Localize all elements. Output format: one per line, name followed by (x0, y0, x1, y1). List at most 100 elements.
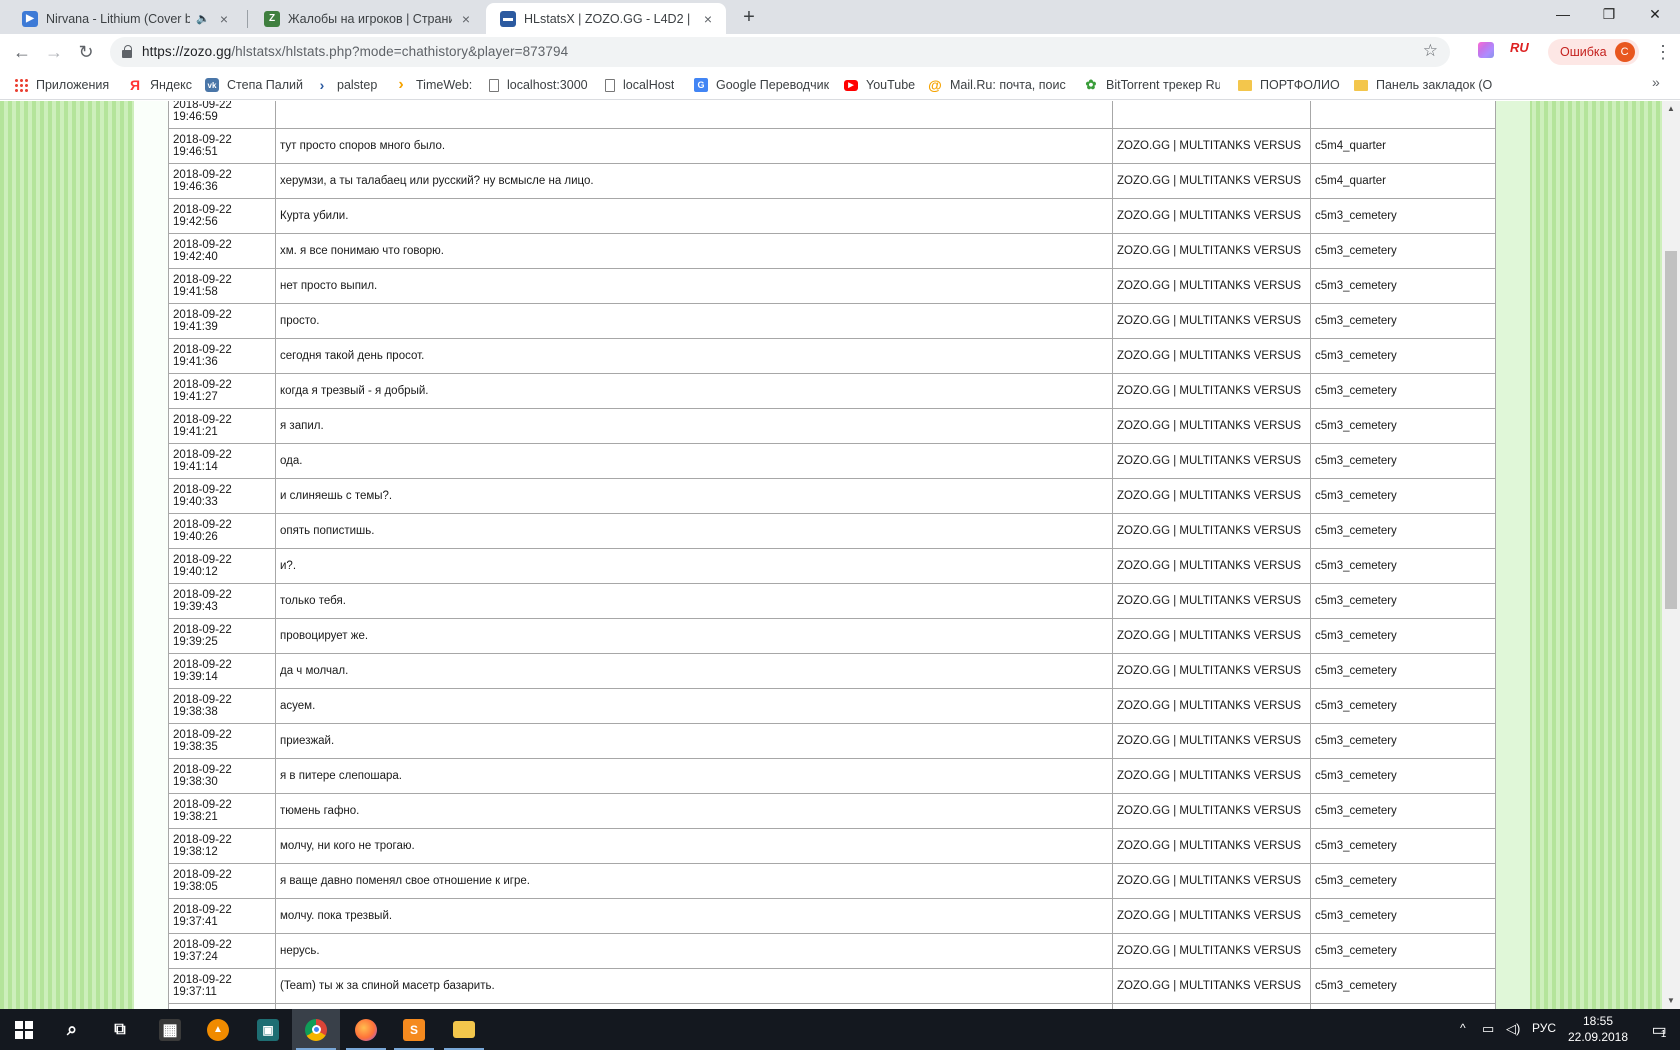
close-tab-icon[interactable]: × (216, 11, 232, 27)
chat-time: 19:38:35 (173, 741, 218, 753)
chat-timestamp: 2018-09-22 19:38:38 (168, 688, 276, 724)
chat-timestamp: 2018-09-22 19:39:25 (168, 618, 276, 654)
table-row: 2018-09-22 19:46:59 (168, 101, 1496, 129)
close-tab-icon[interactable]: × (458, 11, 474, 27)
chat-message: нет просто выпил. (275, 268, 1113, 304)
sublime-icon: S (403, 1018, 425, 1041)
chat-date: 2018-09-22 (173, 798, 232, 811)
bookmark-localhost-3000[interactable]: localhost:3000 (489, 76, 588, 94)
chat-server: ZOZO.GG | MULTITANKS VERSUS (1112, 653, 1311, 689)
bookmark-google-translate[interactable]: G Google Переводчик (694, 76, 829, 94)
bookmark-localhost[interactable]: localHost (605, 76, 674, 94)
battery-icon[interactable]: ▭ (1482, 1021, 1494, 1037)
chat-date: 2018-09-22 (173, 588, 232, 601)
new-tab-button[interactable]: + (737, 6, 761, 30)
chat-date: 2018-09-22 (173, 101, 232, 111)
windows-taskbar: ⌕ ⧉ ▦ ▲ ▣ S ^ ▭ ◁) РУС 18:55 22.09.2018 … (0, 1009, 1680, 1050)
close-tab-icon[interactable]: × (700, 11, 716, 27)
minimize-button[interactable]: — (1540, 0, 1586, 30)
reload-icon[interactable]: ↻ (74, 40, 98, 64)
scrollbar-thumb[interactable] (1665, 251, 1677, 609)
chat-timestamp: 2018-09-22 19:40:33 (168, 478, 276, 514)
audio-icon[interactable]: 🔈 (196, 12, 210, 25)
tab-complaints[interactable]: Z Жалобы на игроков | Страница × (250, 3, 484, 34)
language-indicator[interactable]: РУС (1532, 1021, 1556, 1035)
bookmark-mailru[interactable]: @ Mail.Ru: почта, поис (928, 76, 1068, 94)
chevron-icon: › (319, 77, 325, 93)
bookmark-timeweb[interactable]: › TimeWeb: (394, 76, 472, 94)
bookmark-bittorrent[interactable]: ✿ BitTorrent трекер Ru (1084, 76, 1220, 94)
tab-nirvana[interactable]: ▶ Nirvana - Lithium (Cover by 🔈 × (8, 3, 242, 34)
taskbar-explorer[interactable] (440, 1009, 488, 1050)
bookmark-star-icon[interactable]: ☆ (1423, 41, 1438, 61)
notifications-button[interactable]: ▭ 1 (1638, 1009, 1680, 1050)
chat-map: c5m3_cemetery (1310, 268, 1496, 304)
bookmark-label: Приложения (36, 78, 110, 92)
chat-date: 2018-09-22 (173, 693, 232, 706)
bookmark-youtube[interactable]: ▶ YouTube (844, 76, 915, 94)
bookmark-apps[interactable]: Приложения (14, 76, 109, 94)
bookmark-folder-portfolio[interactable]: ПОРТФОЛИО (1238, 76, 1340, 94)
chat-timestamp: 2018-09-22 19:38:35 (168, 723, 276, 759)
taskbar-search-button[interactable]: ⌕ (48, 1009, 96, 1050)
avast-icon: ▲ (207, 1018, 229, 1041)
taskbar-firefox[interactable] (342, 1009, 390, 1050)
bookmark-yandex[interactable]: Я Яндекс (128, 76, 192, 94)
chat-message (275, 101, 1113, 129)
chat-time: 19:41:39 (173, 321, 218, 333)
url-text[interactable]: https://zozo.gg/hlstatsx/hlstats.php?mod… (142, 44, 568, 59)
table-row: 2018-09-22 19:38:38 асуем. ZOZO.GG | MULTIT… (168, 688, 1496, 724)
task-view-button[interactable]: ⧉ (96, 1009, 144, 1050)
chat-server: ZOZO.GG | MULTITANKS VERSUS (1112, 723, 1311, 759)
address-bar[interactable]: https://zozo.gg/hlstatsx/hlstats.php?mod… (110, 37, 1450, 67)
chat-time: 19:40:33 (173, 496, 218, 508)
chat-map: c5m3_cemetery (1310, 443, 1496, 479)
taskbar-terminal[interactable]: ▣ (244, 1009, 292, 1050)
chat-timestamp: 2018-09-22 19:41:39 (168, 303, 276, 339)
chat-server: ZOZO.GG | MULTITANKS VERSUS (1112, 583, 1311, 619)
chat-time: 19:37:11 (173, 986, 217, 998)
profile-error-button[interactable]: Ошибка С (1548, 39, 1639, 65)
extension-ru-icon[interactable]: RU (1510, 40, 1529, 55)
table-row: 2018-09-22 19:42:56 Курта убили. ZOZO.GG | … (168, 198, 1496, 234)
table-row: 2018-09-22 19:41:27 когда я трезвый - я до… (168, 373, 1496, 409)
taskbar-clock[interactable]: 18:55 22.09.2018 (1558, 1013, 1638, 1045)
table-row: 2018-09-22 19:46:51 тут просто споров мног… (168, 128, 1496, 164)
table-row: 2018-09-22 19:41:36 сегодня такой день про… (168, 338, 1496, 374)
chat-map: c5m3_cemetery (1310, 478, 1496, 514)
vertical-scrollbar[interactable]: ▲ ▼ (1662, 101, 1680, 1009)
bookmarks-more-button[interactable]: » (1652, 74, 1660, 90)
chat-date: 2018-09-22 (173, 938, 232, 951)
tray-overflow-icon[interactable]: ^ (1460, 1021, 1466, 1035)
chat-timestamp: 2018-09-22 19:40:26 (168, 513, 276, 549)
menu-dots-icon[interactable]: ⋮ (1654, 40, 1672, 64)
taskbar-avast[interactable]: ▲ (194, 1009, 242, 1050)
back-arrow-icon[interactable]: ← (10, 40, 34, 64)
scroll-down-arrow-icon[interactable]: ▼ (1662, 993, 1680, 1009)
scroll-up-arrow-icon[interactable]: ▲ (1662, 101, 1680, 117)
maximize-button[interactable]: ❐ (1586, 0, 1632, 30)
close-window-button[interactable]: ✕ (1632, 0, 1678, 30)
chat-message: да ч молчал. (275, 653, 1113, 689)
bookmark-vk[interactable]: vk Степа Палий (205, 76, 303, 94)
chat-history-table: 2018-09-22 19:46:59 2018-09-22 19:46:51 тут … (168, 101, 1496, 1009)
bookmark-palstep[interactable]: › palstep (315, 76, 378, 94)
forum-icon: Z (264, 10, 280, 27)
chat-message: сегодня такой день просот. (275, 338, 1113, 374)
chat-message: я запил. (275, 408, 1113, 444)
start-button[interactable] (0, 1009, 48, 1050)
forward-arrow-icon[interactable]: → (42, 40, 66, 64)
chat-time: 19:38:38 (173, 706, 218, 718)
taskbar-sublime[interactable]: S (390, 1009, 438, 1050)
chat-map: c5m3_cemetery (1310, 338, 1496, 374)
extension-gradient-icon[interactable] (1478, 42, 1494, 58)
play-icon: ▶ (22, 10, 38, 27)
table-row: 2018-09-22 19:38:35 приезжай. ZOZO.GG | MUL… (168, 723, 1496, 759)
chat-date: 2018-09-22 (173, 203, 232, 216)
taskbar-calculator[interactable]: ▦ (146, 1009, 194, 1050)
table-row: 2018-09-22 19:40:12 и?. ZOZO.GG | MULTITANK… (168, 548, 1496, 584)
tab-hlstatsx[interactable]: ▬ HLstatsX | ZOZO.GG - L4D2 | BLO × (486, 3, 726, 34)
bookmark-folder-panel[interactable]: Панель закладок (О (1354, 76, 1640, 94)
taskbar-chrome[interactable] (292, 1009, 340, 1050)
volume-icon[interactable]: ◁) (1506, 1021, 1520, 1037)
